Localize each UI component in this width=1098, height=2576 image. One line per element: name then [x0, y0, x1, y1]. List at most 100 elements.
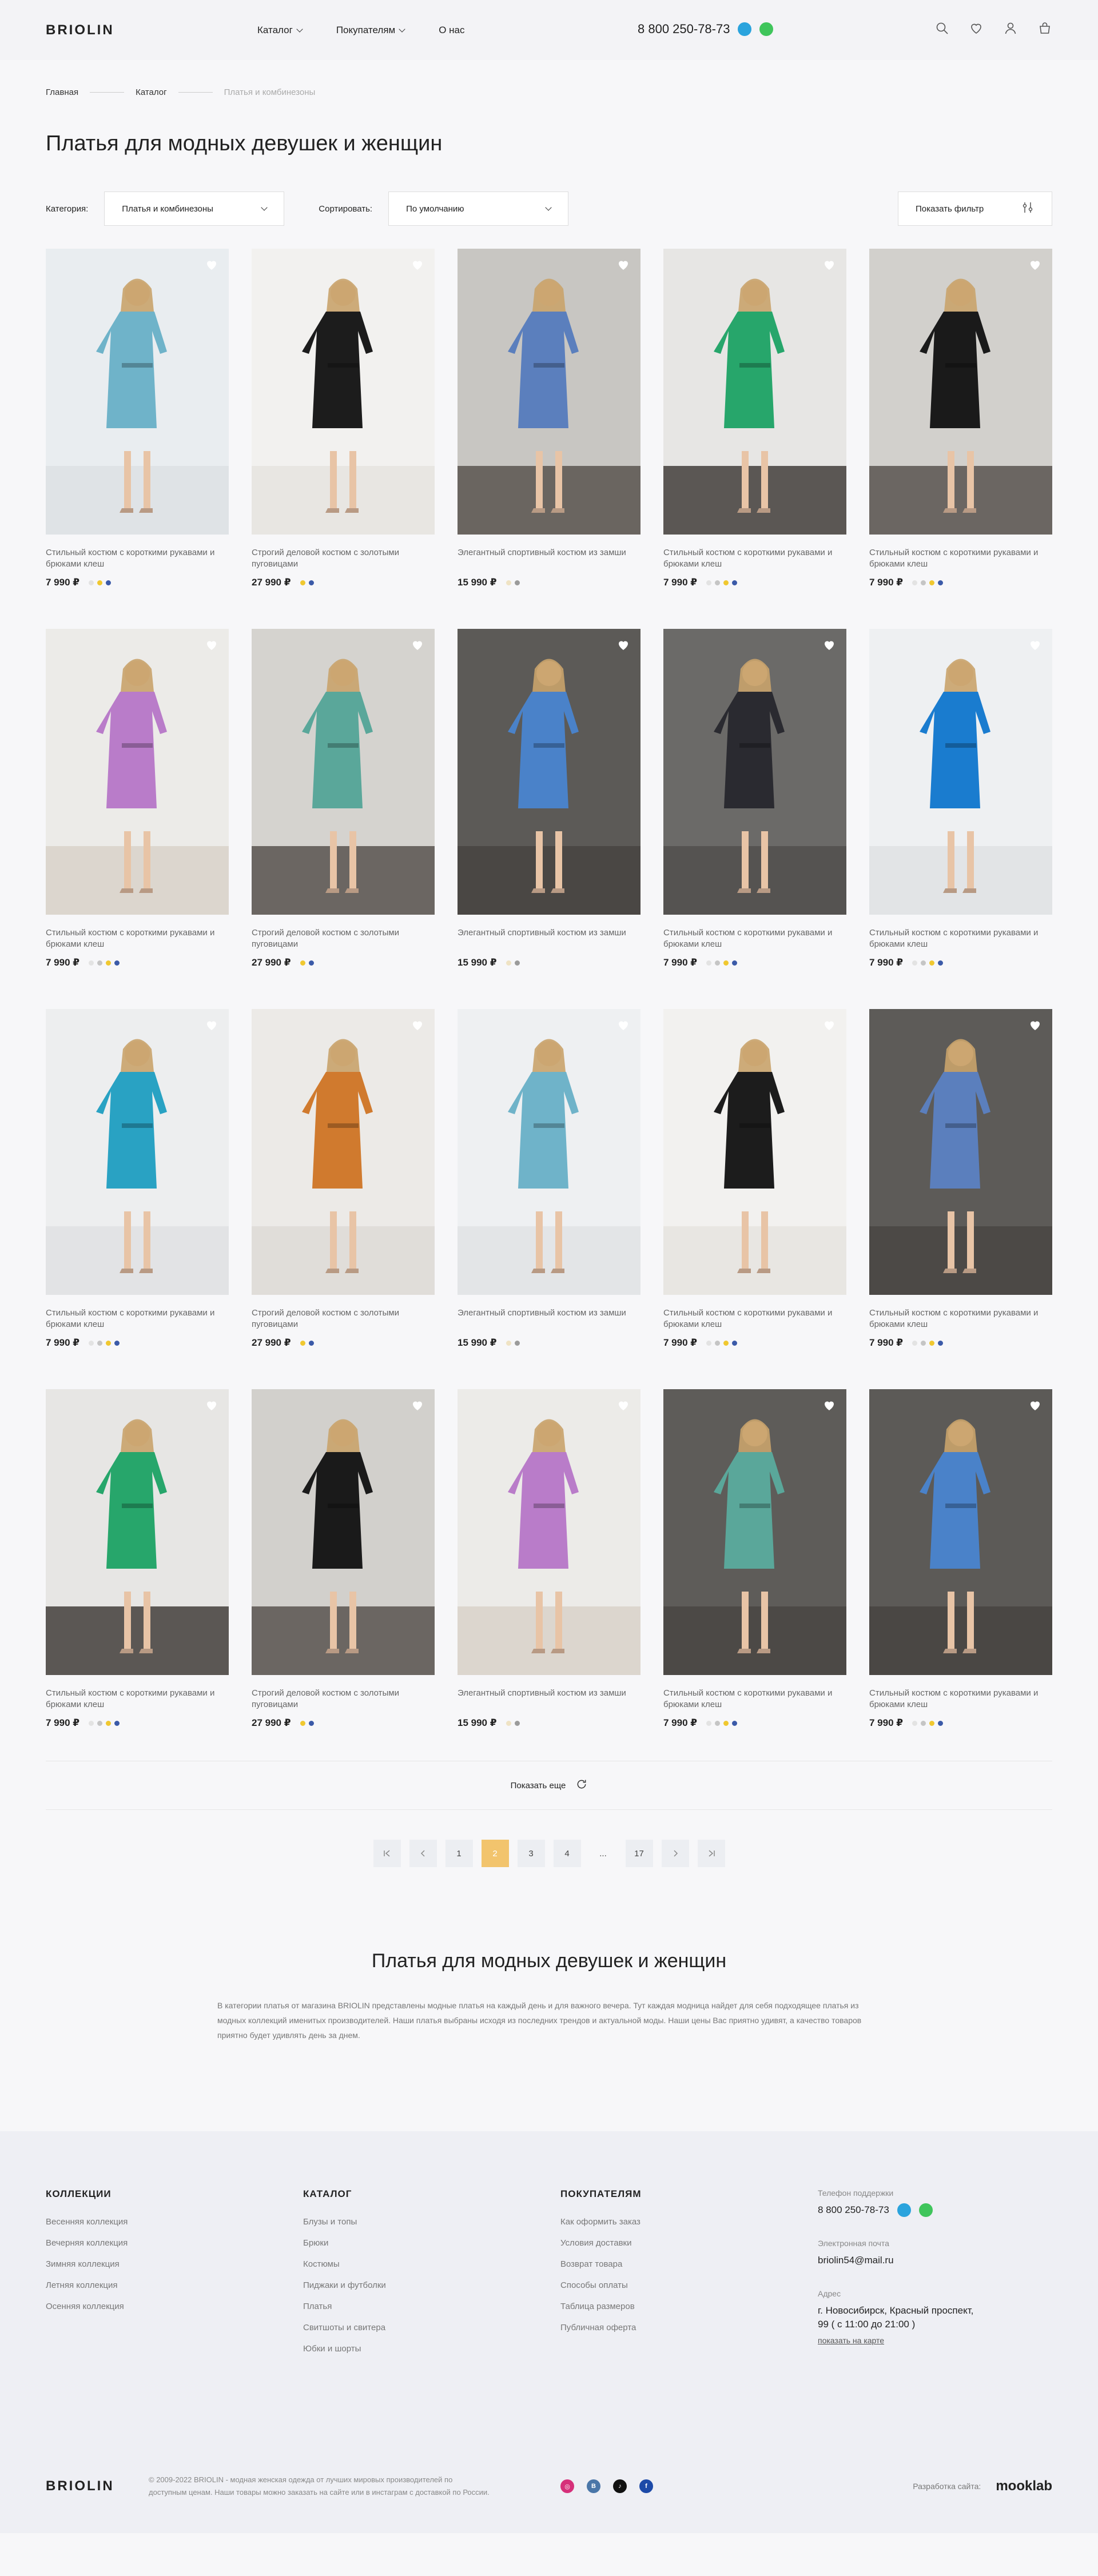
color-swatch[interactable] — [929, 1340, 935, 1346]
favorite-heart-icon[interactable] — [822, 1018, 836, 1032]
color-swatch[interactable] — [732, 1720, 738, 1726]
footer-link[interactable]: Условия доставки — [560, 2238, 818, 2248]
product-image[interactable] — [458, 1389, 640, 1675]
product-name[interactable]: Элегантный спортивный костюм из замши — [458, 927, 640, 950]
footer-link[interactable]: Вечерняя коллекция — [46, 2238, 303, 2248]
color-swatch[interactable] — [912, 960, 918, 966]
product-image[interactable] — [869, 1389, 1052, 1675]
product-card[interactable]: Стильный костюм с короткими рукавами и б… — [869, 1009, 1052, 1352]
favorite-heart-icon[interactable] — [616, 638, 630, 652]
color-swatch[interactable] — [929, 960, 935, 966]
color-swatch[interactable] — [89, 1340, 94, 1346]
footer-link[interactable]: Платья — [303, 2302, 560, 2311]
heart-icon[interactable] — [969, 21, 984, 35]
page-button[interactable]: 4 — [553, 1840, 581, 1867]
color-swatch[interactable] — [514, 1340, 520, 1346]
color-swatch[interactable] — [921, 1720, 926, 1726]
prev-page-button[interactable] — [409, 1840, 437, 1867]
footer-link[interactable]: Летняя коллекция — [46, 2280, 303, 2290]
developer-logo[interactable]: mooklab — [996, 2478, 1052, 2494]
show-more-button[interactable]: Показать еще — [0, 1761, 1098, 1809]
breadcrumb-home[interactable]: Главная — [46, 87, 78, 97]
footer-link[interactable]: Публичная оферта — [560, 2323, 818, 2332]
favorite-heart-icon[interactable] — [205, 258, 218, 272]
footer-link[interactable]: Пиджаки и футболки — [303, 2280, 560, 2290]
color-swatch[interactable] — [715, 580, 721, 585]
product-name[interactable]: Элегантный спортивный костюм из замши — [458, 1688, 640, 1710]
product-card[interactable]: Строгий деловой костюм с золотыми пугови… — [252, 249, 435, 592]
product-name[interactable]: Стильный костюм с короткими рукавами и б… — [869, 1307, 1052, 1330]
product-image[interactable] — [458, 1009, 640, 1295]
favorite-heart-icon[interactable] — [822, 258, 836, 272]
color-swatch[interactable] — [732, 1340, 738, 1346]
footer-link[interactable]: Осенняя коллекция — [46, 2302, 303, 2311]
footer-phone-number[interactable]: 8 800 250-78-73 — [818, 2203, 889, 2217]
product-image[interactable] — [252, 249, 435, 535]
color-swatch[interactable] — [514, 580, 520, 585]
product-card[interactable]: Стильный костюм с короткими рукавами и б… — [46, 1009, 229, 1352]
favorite-heart-icon[interactable] — [1028, 1018, 1042, 1032]
first-page-button[interactable] — [373, 1840, 401, 1867]
product-image[interactable] — [869, 1009, 1052, 1295]
telegram-icon[interactable] — [897, 2203, 911, 2217]
color-swatch[interactable] — [706, 580, 712, 585]
footer-link[interactable]: Костюмы — [303, 2259, 560, 2269]
color-swatch[interactable] — [938, 960, 944, 966]
page-button[interactable]: 17 — [625, 1840, 653, 1867]
product-name[interactable]: Строгий деловой костюм с золотыми пугови… — [252, 1688, 435, 1710]
product-name[interactable]: Стильный костюм с короткими рукавами и б… — [869, 927, 1052, 950]
color-swatch[interactable] — [723, 1340, 729, 1346]
color-swatch[interactable] — [97, 1720, 103, 1726]
product-name[interactable]: Стильный костюм с короткими рукавами и б… — [663, 927, 846, 950]
product-image[interactable] — [869, 249, 1052, 535]
logo[interactable]: BRIOLIN — [46, 22, 257, 38]
cart-icon[interactable] — [1037, 21, 1052, 35]
color-swatch[interactable] — [300, 580, 305, 585]
product-name[interactable]: Стильный костюм с короткими рукавами и б… — [46, 547, 229, 570]
color-swatch[interactable] — [732, 580, 738, 585]
product-image[interactable] — [252, 1009, 435, 1295]
product-card[interactable]: Стильный костюм с короткими рукавами и б… — [46, 1389, 229, 1732]
color-swatch[interactable] — [921, 960, 926, 966]
last-page-button[interactable] — [697, 1840, 725, 1867]
product-card[interactable]: Стильный костюм с короткими рукавами и б… — [869, 249, 1052, 592]
show-on-map-link[interactable]: показать на карте — [818, 2336, 1047, 2345]
favorite-heart-icon[interactable] — [616, 1398, 630, 1412]
product-card[interactable]: Строгий деловой костюм с золотыми пугови… — [252, 1389, 435, 1732]
product-card[interactable]: Стильный костюм с короткими рукавами и б… — [663, 1009, 846, 1352]
color-swatch[interactable] — [938, 1720, 944, 1726]
product-name[interactable]: Стильный костюм с короткими рукавами и б… — [46, 927, 229, 950]
favorite-heart-icon[interactable] — [1028, 258, 1042, 272]
product-image[interactable] — [663, 249, 846, 535]
color-swatch[interactable] — [308, 960, 314, 966]
footer-email[interactable]: briolin54@mail.ru — [818, 2254, 1047, 2267]
color-swatch[interactable] — [89, 960, 94, 966]
product-card[interactable]: Элегантный спортивный костюм из замши 15… — [458, 1009, 640, 1352]
color-swatch[interactable] — [514, 1720, 520, 1726]
product-image[interactable] — [46, 1009, 229, 1295]
next-page-button[interactable] — [661, 1840, 689, 1867]
nav-customers[interactable]: Покупателям — [336, 25, 405, 36]
favorite-heart-icon[interactable] — [205, 1018, 218, 1032]
favorite-heart-icon[interactable] — [822, 638, 836, 652]
favorite-heart-icon[interactable] — [1028, 1398, 1042, 1412]
color-swatch[interactable] — [308, 580, 314, 585]
product-card[interactable]: Стильный костюм с короткими рукавами и б… — [869, 1389, 1052, 1732]
color-swatch[interactable] — [106, 1720, 112, 1726]
product-card[interactable]: Элегантный спортивный костюм из замши 15… — [458, 629, 640, 972]
phone-number[interactable]: 8 800 250-78-73 — [638, 22, 730, 37]
telegram-icon[interactable] — [738, 22, 752, 36]
favorite-heart-icon[interactable] — [411, 1398, 424, 1412]
color-swatch[interactable] — [300, 1340, 305, 1346]
product-name[interactable]: Строгий деловой костюм с золотыми пугови… — [252, 547, 435, 570]
color-swatch[interactable] — [514, 960, 520, 966]
favorite-heart-icon[interactable] — [616, 258, 630, 272]
instagram-icon[interactable]: ◎ — [560, 2479, 574, 2493]
color-swatch[interactable] — [938, 1340, 944, 1346]
product-image[interactable] — [46, 629, 229, 915]
product-name[interactable]: Строгий деловой костюм с золотыми пугови… — [252, 927, 435, 950]
color-swatch[interactable] — [97, 960, 103, 966]
nav-catalog[interactable]: Каталог — [257, 25, 303, 36]
product-image[interactable] — [46, 1389, 229, 1675]
favorite-heart-icon[interactable] — [822, 1398, 836, 1412]
